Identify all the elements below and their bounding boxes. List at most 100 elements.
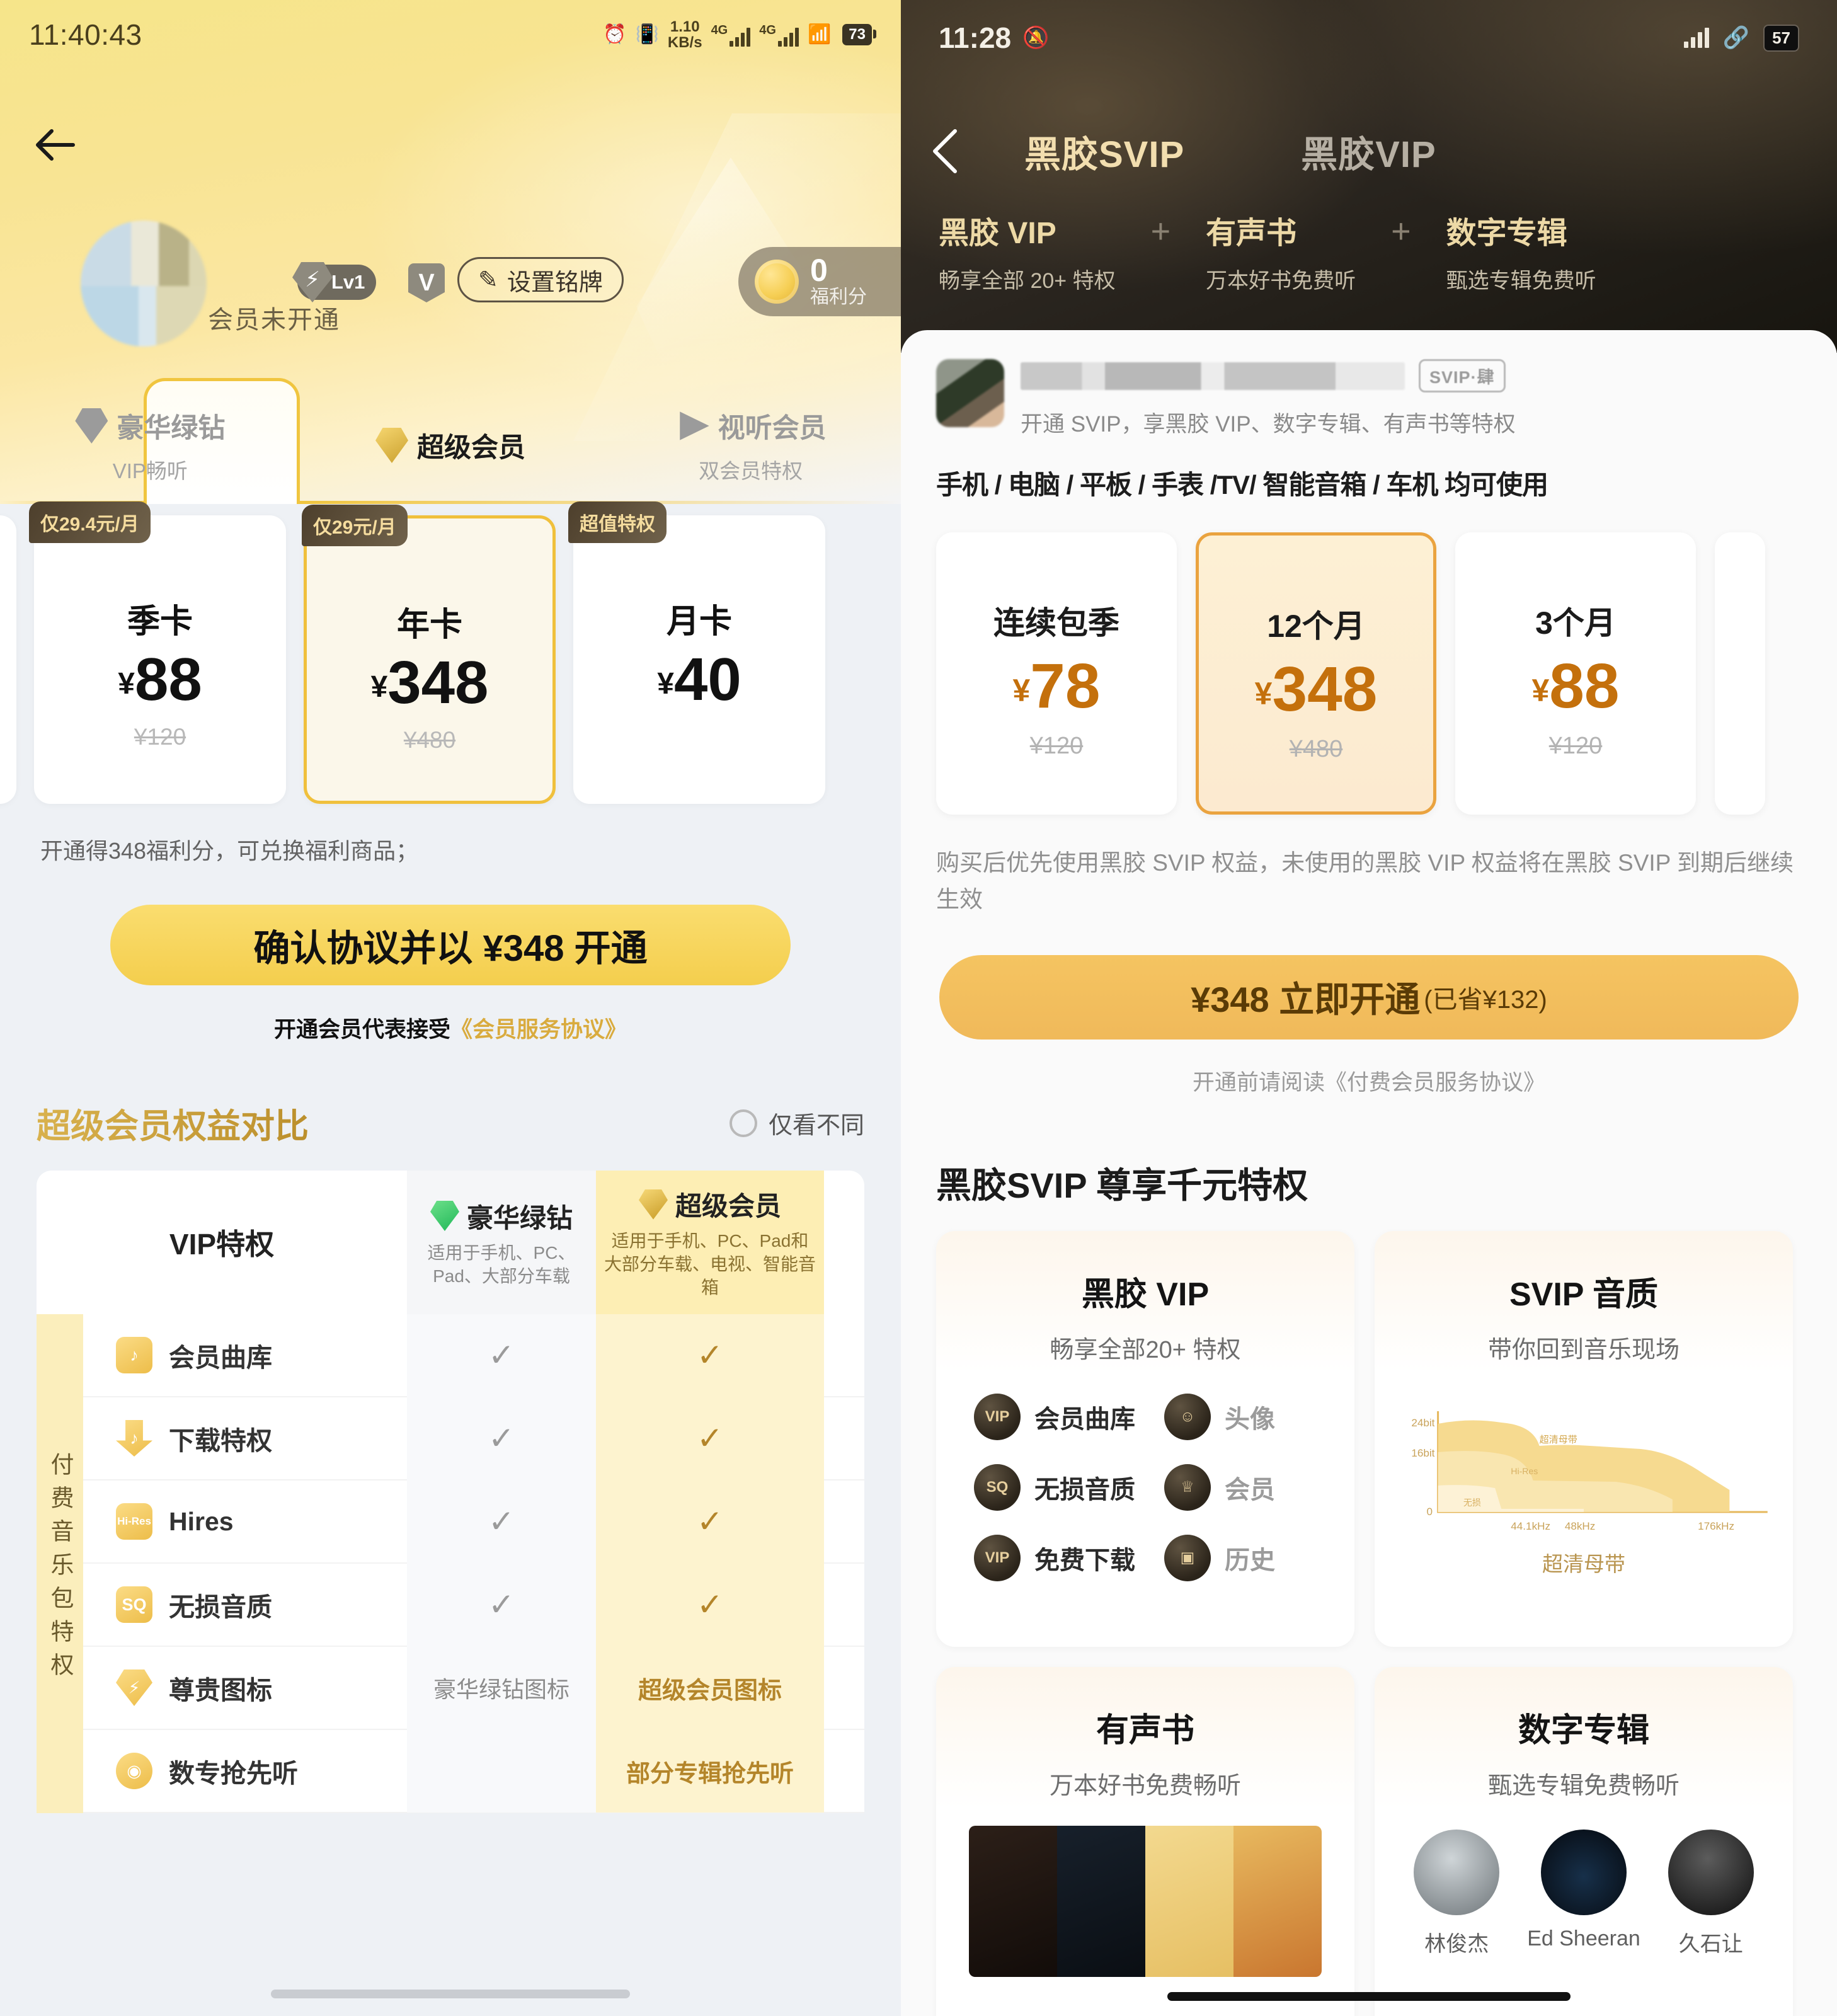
- comparison-col3-title: 超级会员: [675, 1191, 781, 1222]
- back-button[interactable]: [929, 127, 964, 175]
- benefit-card-vip[interactable]: 黑胶 VIP 畅享全部20+ 特权 VIP 会员曲库 ☺ 头像 SQ 无损音质 ♕ 会员…: [936, 1230, 1354, 1647]
- green-diamond-icon: [75, 408, 108, 444]
- plan-name: 连续包季: [993, 605, 1119, 641]
- row-value-green: 豪华绿钻图标: [433, 1676, 569, 1702]
- benefits-grid: 黑胶 VIP 畅享全部20+ 特权 VIP 会员曲库 ☺ 头像 SQ 无损音质 ♕ 会员…: [936, 1230, 1802, 2016]
- svg-text:超清母带: 超清母带: [1540, 1435, 1577, 1445]
- avatar[interactable]: [81, 220, 207, 346]
- plan-price: 88: [1549, 651, 1620, 721]
- tab-heijiao-svip[interactable]: 黑胶SVIP: [1024, 125, 1184, 178]
- comparison-body: 付费音乐包特权 ♪ 会员曲库 ✓ ✓ ♪ 下载特权 ✓ ✓ Hi-Res Hir…: [37, 1314, 864, 1813]
- comparison-column-feature: VIP特权: [37, 1171, 407, 1314]
- check-icon: ✓: [488, 1421, 515, 1456]
- sim1-network-label: 4G: [711, 23, 728, 37]
- plan-card-auto-quarterly[interactable]: 连续包季 ¥78 ¥120: [936, 532, 1177, 815]
- sim1-signal-icon: [730, 27, 751, 47]
- audiobook-covers: [969, 1825, 1322, 1977]
- plan-card-quarterly[interactable]: 仅29.4元/月 季卡 ¥88 ¥120: [29, 501, 286, 804]
- wifi-icon: 📶: [807, 24, 832, 45]
- user-description: 开通 SVIP，享黑胶 VIP、数字专辑、有声书等特权: [1021, 412, 1516, 437]
- download-icon: ♪: [116, 1420, 152, 1457]
- back-button[interactable]: [33, 126, 77, 164]
- plan-card-12-months[interactable]: 12个月 ¥348 ¥480: [1196, 532, 1436, 815]
- set-nameplate-label: 设置铭牌: [506, 269, 603, 296]
- agreement-line: 开通会员代表接受《会员服务协议》: [0, 1012, 901, 1044]
- book-cover: [969, 1825, 1057, 1977]
- book-cover: [1145, 1825, 1233, 1977]
- row-label: 无损音质: [169, 1593, 272, 1622]
- privilege-label: 无损音质: [1034, 1475, 1135, 1504]
- tab-label: 豪华绿钻: [117, 413, 226, 444]
- plan-price: 40: [673, 646, 741, 713]
- plan-card-monthly[interactable]: 超值特权 月卡 ¥40: [568, 501, 825, 804]
- table-row: ♪ 会员曲库 ✓ ✓: [83, 1314, 864, 1397]
- plan-tag: 仅29.4元/月: [29, 501, 151, 543]
- plan-name: 年卡: [396, 607, 462, 643]
- coin-icon: [755, 260, 799, 304]
- home-indicator: [271, 1990, 630, 1998]
- privilege-label: 会员曲库: [1034, 1405, 1135, 1433]
- svg-text:24bit: 24bit: [1411, 1417, 1434, 1429]
- pencil-icon: ✎: [478, 266, 498, 294]
- feature-sub: 万本好书免费听: [1206, 269, 1356, 293]
- plan-original-price: ¥120: [1548, 733, 1603, 759]
- music-library-icon: ♪: [116, 1337, 152, 1373]
- benefit-card-audiobook[interactable]: 有声书 万本好书免费畅听: [936, 1666, 1354, 2016]
- plan-carousel[interactable]: 连续包季 ¥78 ¥120 12个月 ¥348 ¥480 3个月 ¥88 ¥12…: [936, 532, 1837, 815]
- supported-devices-text: 手机 / 电脑 / 平板 / 手表 /TV/ 智能音箱 / 车机 均可使用: [936, 470, 1548, 500]
- feature-item-vip: 黑胶 VIP 畅享全部 20+ 特权: [939, 208, 1116, 294]
- only-differences-toggle[interactable]: 仅看不同: [729, 1106, 864, 1140]
- confirm-purchase-button[interactable]: 确认协议并以 ¥348 开通: [110, 905, 791, 985]
- feature-sub: 甄选专辑免费听: [1446, 269, 1596, 293]
- agreement-link[interactable]: 开通前请阅读《付费会员服务协议》: [901, 1065, 1837, 1097]
- book-cover: [1057, 1825, 1145, 1977]
- subscribe-now-button[interactable]: ¥348 立即开通 (已省¥132): [939, 954, 1799, 1040]
- plan-card-partial-left[interactable]: [0, 515, 16, 804]
- gold-diamond-icon: [638, 1189, 668, 1220]
- album-icon: ◉: [116, 1753, 152, 1789]
- plan-card-3-months[interactable]: 3个月 ¥88 ¥120: [1455, 532, 1696, 815]
- status-time: 11:40:43: [29, 18, 142, 51]
- tab-audiovisual-member[interactable]: 视听会员 双会员特权: [600, 386, 901, 505]
- tab-heijiao-vip[interactable]: 黑胶VIP: [1301, 125, 1436, 178]
- agreement-link[interactable]: 《会员服务协议》: [450, 1017, 627, 1042]
- set-nameplate-button[interactable]: ✎ 设置铭牌: [457, 257, 624, 302]
- tab-sublabel: VIP畅听: [112, 459, 188, 483]
- benefit-card-digital-album[interactable]: 数字专辑 甄选专辑免费畅听 林俊杰 Ed Sheeran 久石让: [1375, 1666, 1793, 2016]
- right-status-bar: 11:28 🔕 🔗 57: [901, 0, 1837, 76]
- comparison-header: 超级会员权益对比 仅看不同: [37, 1098, 864, 1148]
- list-item: ▣ 历史: [1164, 1534, 1354, 1581]
- avatar[interactable]: [936, 359, 1004, 427]
- row-label: 下载特权: [169, 1426, 272, 1455]
- audio-quality-chart: 24bit 16bit 0 44.1kHz 48kHz 176kHz 超清母带 …: [1375, 1386, 1793, 1544]
- welfare-points-pill[interactable]: 0 福利分: [738, 247, 901, 316]
- table-row: SQ 无损音质 ✓ ✓: [83, 1563, 864, 1647]
- play-icon: [680, 411, 709, 440]
- plan-carousel[interactable]: 仅29.4元/月 季卡 ¥88 ¥120 仅29元/月 年卡 ¥348 ¥480…: [0, 501, 901, 804]
- svg-text:16bit: 16bit: [1411, 1447, 1434, 1459]
- artist-avatar: [1414, 1829, 1500, 1915]
- level-badge[interactable]: ⚡ Lv1: [292, 262, 377, 302]
- welfare-points-value: 0: [810, 253, 828, 288]
- tab-super-member[interactable]: 超级会员: [300, 386, 601, 505]
- plan-original-price: ¥120: [1029, 733, 1084, 759]
- tab-luxury-green-diamond[interactable]: 豪华绿钻 VIP畅听: [0, 386, 300, 505]
- benefit-card-svip-quality[interactable]: SVIP 音质 带你回到音乐现场 24bit 16bit 0 44.1kHz 4…: [1375, 1230, 1793, 1647]
- v-badge-icon[interactable]: V: [408, 263, 445, 302]
- plan-card-annual[interactable]: 仅29元/月 年卡 ¥348 ¥480: [302, 505, 556, 804]
- comparison-col2-desc: 适用于手机、PC、Pad、大部分车载: [427, 1242, 576, 1286]
- svg-text:无损: 无损: [1463, 1498, 1481, 1508]
- artist-avatar: [1541, 1829, 1627, 1915]
- plan-card-partial-right[interactable]: [1715, 532, 1765, 815]
- left-content: 仅29.4元/月 季卡 ¥88 ¥120 仅29元/月 年卡 ¥348 ¥480…: [0, 501, 901, 1813]
- comparison-column-super: 超级会员 适用于手机、PC、Pad和大部分车载、电视、智能音箱: [596, 1171, 824, 1314]
- artist-name: 久石让: [1678, 1932, 1743, 1956]
- list-item: 久石让: [1668, 1829, 1754, 1957]
- tab-sublabel: 双会员特权: [699, 459, 803, 483]
- artist-list: 林俊杰 Ed Sheeran 久石让: [1414, 1829, 1754, 1957]
- table-row: ◉ 数专抢先听 部分专辑抢先听: [83, 1729, 864, 1813]
- subscribe-savings-label: (已省¥132): [1424, 985, 1547, 1014]
- username-redacted: [1021, 362, 1405, 390]
- battery-level-badge: 57: [1763, 24, 1799, 52]
- vibrate-icon: 📳: [635, 24, 659, 45]
